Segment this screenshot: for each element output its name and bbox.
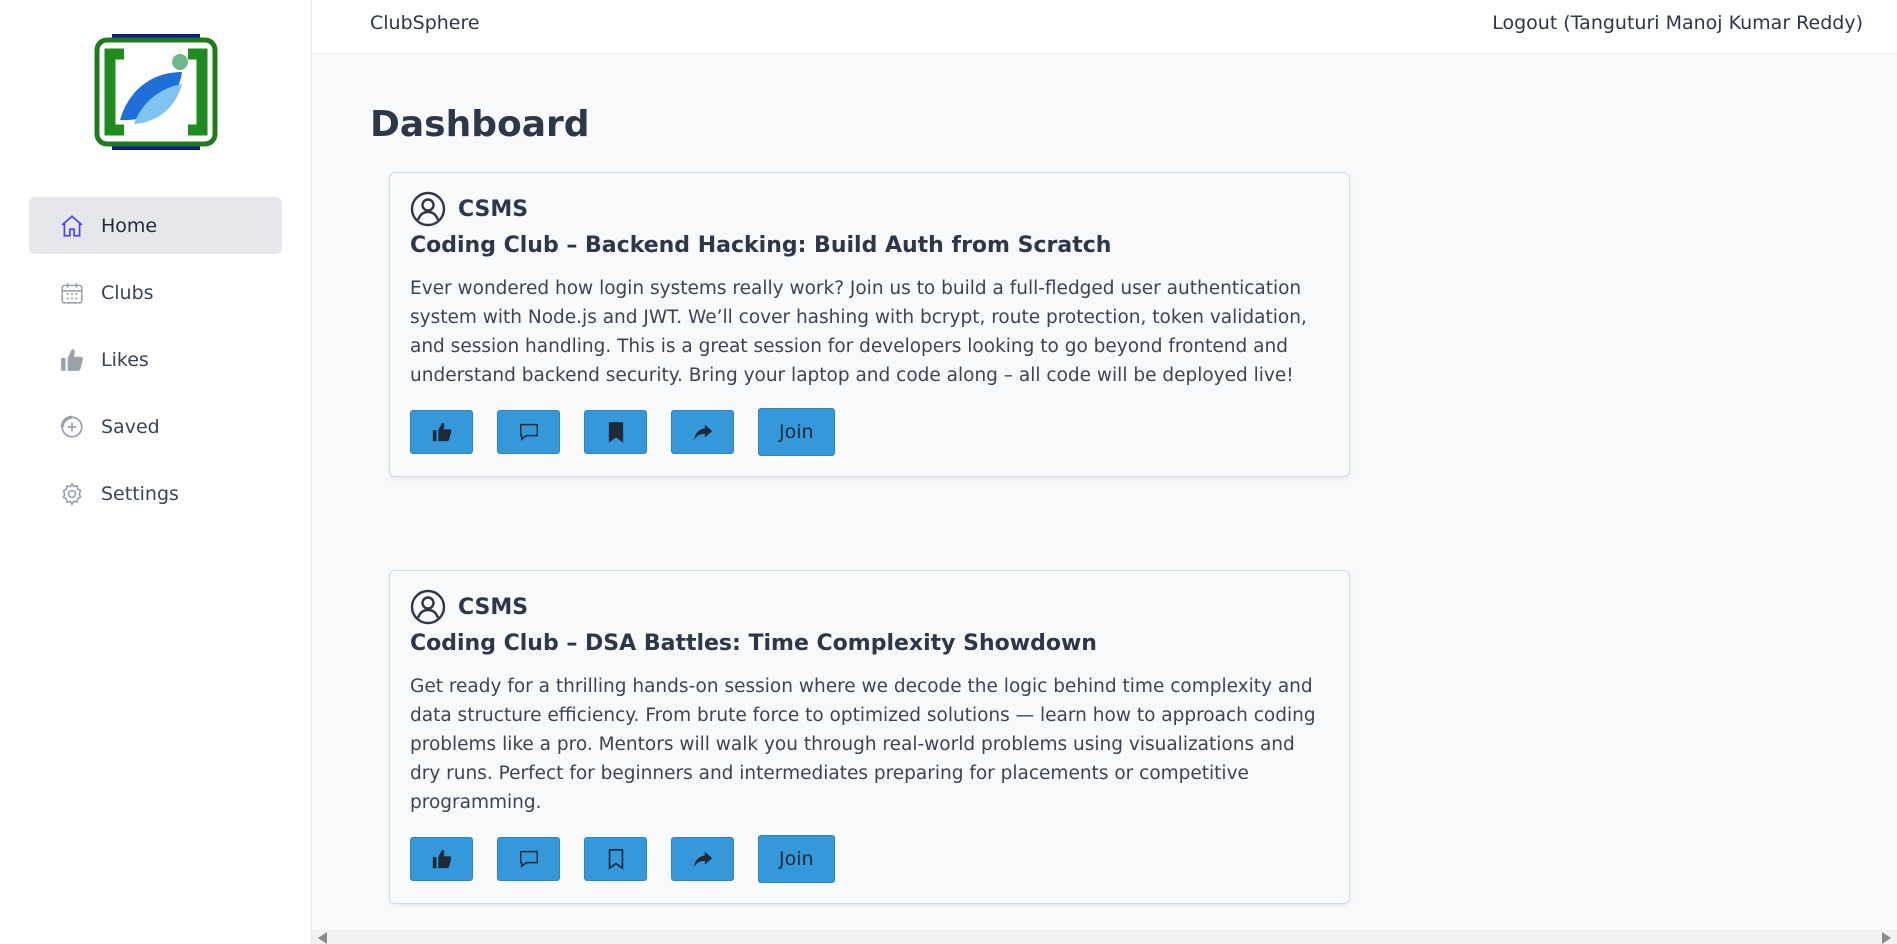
thumbs-up-icon <box>432 422 451 442</box>
sidebar-item-home[interactable]: Home <box>29 197 282 254</box>
gear-icon <box>59 481 85 507</box>
logout-link[interactable]: Logout (Tanguturi Manoj Kumar Reddy) <box>1492 12 1863 34</box>
club-name[interactable]: CSMS <box>458 197 528 222</box>
user-circle-icon <box>410 589 446 625</box>
post-card: CSMS Coding Club – DSA Battles: Time Com… <box>389 570 1350 904</box>
thumbs-up-icon <box>432 849 451 869</box>
scroll-left-arrow-icon[interactable] <box>318 932 327 944</box>
sidebar-item-settings[interactable]: Settings <box>29 465 282 522</box>
save-button[interactable] <box>584 837 647 881</box>
post-header: CSMS <box>410 191 1329 227</box>
share-icon <box>693 851 712 868</box>
post-actions: Join <box>410 408 1329 456</box>
user-circle-icon <box>410 191 446 227</box>
sidebar-item-label: Likes <box>101 348 149 371</box>
sidebar-nav: Home Clubs Likes Saved Settings <box>29 197 282 532</box>
join-button[interactable]: Join <box>758 835 835 883</box>
bookmark-filled-icon <box>608 422 623 443</box>
sidebar-item-label: Clubs <box>101 281 154 304</box>
sidebar-item-saved[interactable]: Saved <box>29 398 282 455</box>
app-logo[interactable] <box>94 32 218 152</box>
comment-icon <box>519 850 538 868</box>
bookmark-outline-icon <box>608 849 623 870</box>
share-icon <box>693 424 712 441</box>
share-button[interactable] <box>671 837 734 881</box>
join-button[interactable]: Join <box>758 408 835 456</box>
post-description: Ever wondered how login systems really w… <box>410 278 1307 386</box>
sidebar-item-likes[interactable]: Likes <box>29 331 282 388</box>
saved-icon <box>59 414 85 440</box>
comment-button[interactable] <box>497 410 560 454</box>
horizontal-scrollbar[interactable] <box>312 930 1897 944</box>
sidebar-item-clubs[interactable]: Clubs <box>29 264 282 321</box>
sidebar-item-label: Home <box>101 214 158 237</box>
scroll-right-arrow-icon[interactable] <box>1882 932 1891 944</box>
share-button[interactable] <box>671 410 734 454</box>
comment-icon <box>519 423 538 441</box>
like-button[interactable] <box>410 410 473 454</box>
page-title: Dashboard <box>370 104 590 145</box>
post-card: CSMS Coding Club – Backend Hacking: Buil… <box>389 172 1350 477</box>
post-header: CSMS <box>410 589 1329 625</box>
sidebar-item-label: Settings <box>101 482 179 505</box>
post-title: Coding Club – Backend Hacking: Build Aut… <box>410 233 1112 258</box>
sidebar-item-label: Saved <box>101 415 160 438</box>
post-actions: Join <box>410 835 1329 883</box>
post-title: Coding Club – DSA Battles: Time Complexi… <box>410 631 1097 656</box>
sidebar: Home Clubs Likes Saved Settings <box>0 0 312 944</box>
thumbs-up-icon <box>59 347 85 373</box>
comment-button[interactable] <box>497 837 560 881</box>
club-name[interactable]: CSMS <box>458 595 528 620</box>
brand-name[interactable]: ClubSphere <box>370 12 480 34</box>
top-bar: ClubSphere Logout (Tanguturi Manoj Kumar… <box>312 0 1897 54</box>
main-content: Dashboard CSMS Coding Club – Backend Hac… <box>312 54 1897 930</box>
calendar-icon <box>59 280 85 306</box>
like-button[interactable] <box>410 837 473 881</box>
logo-icon <box>94 34 218 150</box>
post-description: Get ready for a thrilling hands-on sessi… <box>410 676 1316 813</box>
save-button[interactable] <box>584 410 647 454</box>
home-icon <box>59 213 85 239</box>
